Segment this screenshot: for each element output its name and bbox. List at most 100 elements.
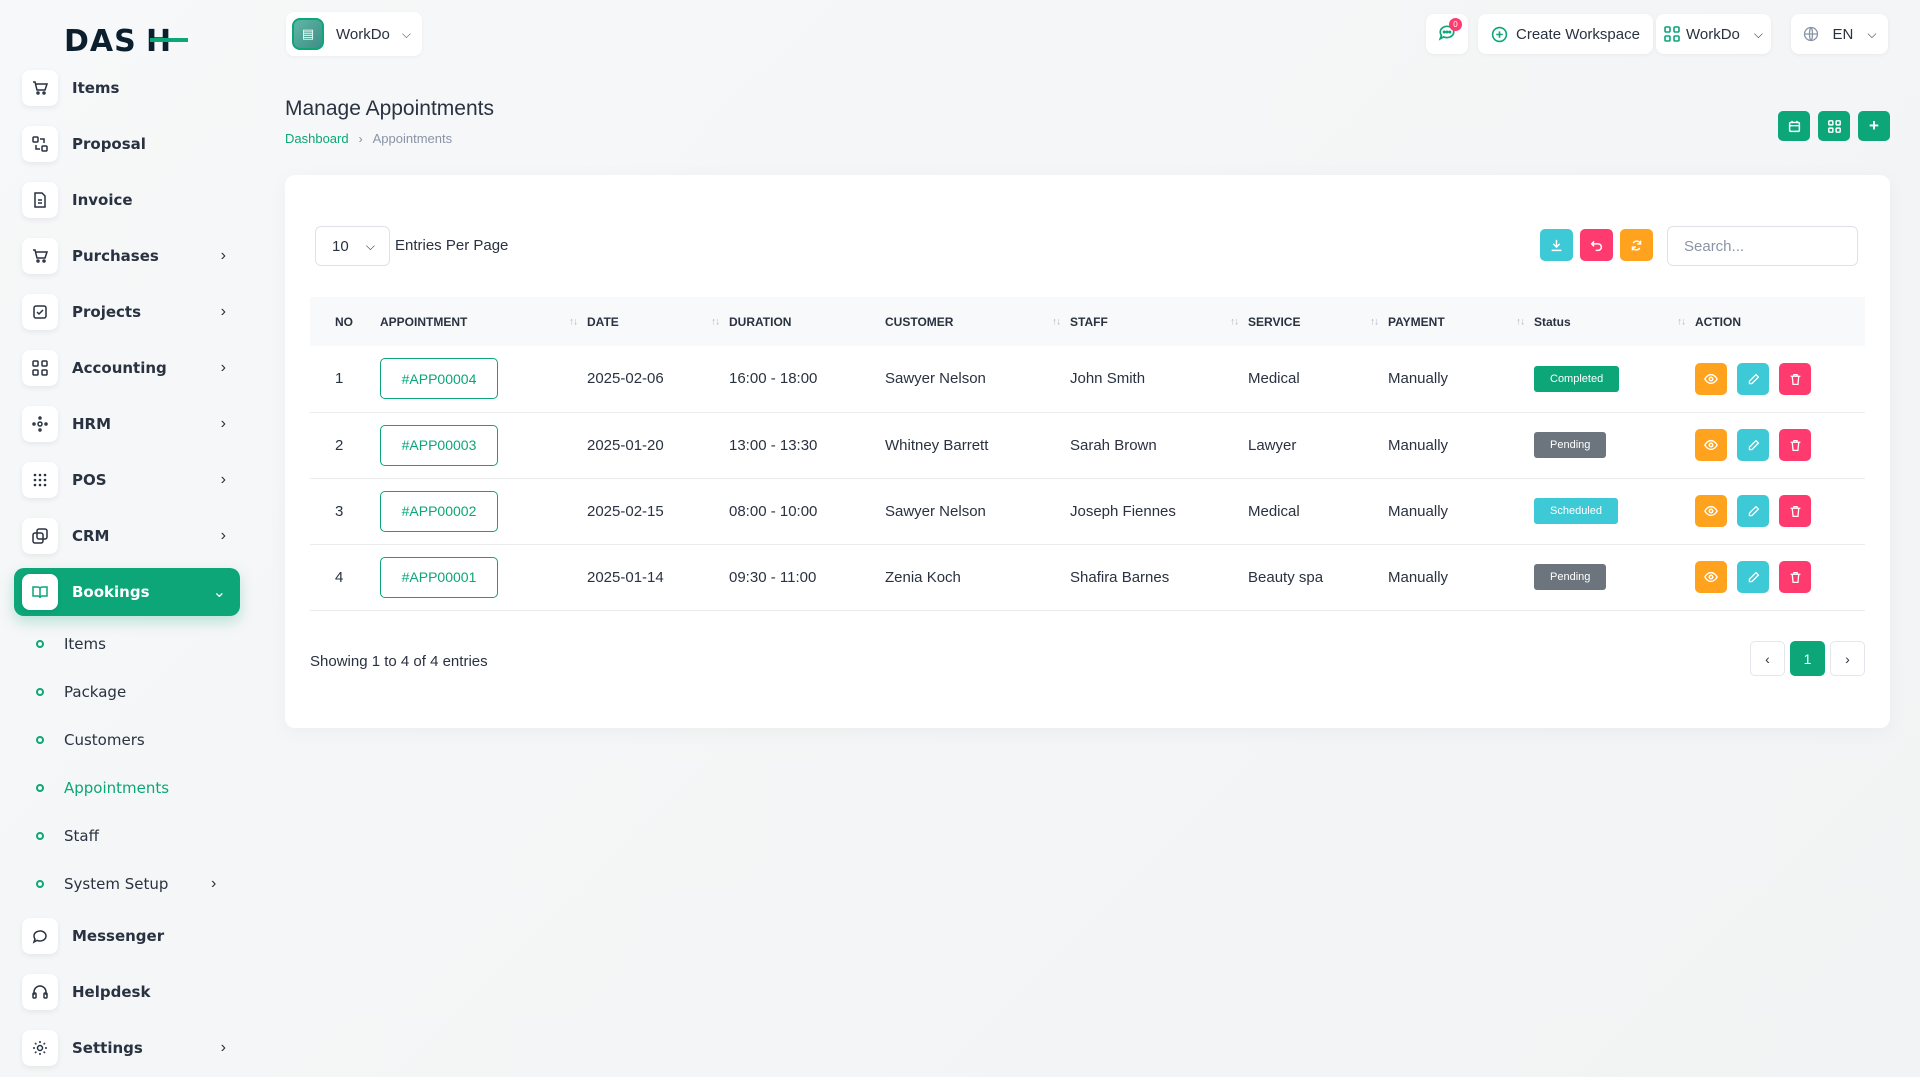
cell-customer: Sawyer Nelson — [885, 346, 1070, 413]
view-button[interactable] — [1695, 560, 1727, 593]
delete-button[interactable] — [1779, 363, 1812, 395]
create-workspace-label: Create Workspace — [1516, 25, 1640, 43]
book-icon — [22, 574, 58, 610]
table-header-row: NO APPOINTMENT ↑↓ DATE ↑↓ DURATION CUSTOME… — [310, 297, 1865, 346]
chat-icon — [22, 918, 58, 954]
view-button[interactable] — [1695, 494, 1727, 527]
bullet-icon — [36, 784, 44, 792]
sidebar-item-hrm[interactable]: HRM › — [14, 400, 240, 448]
pagination-next[interactable]: › — [1830, 641, 1865, 676]
cell-date: 2025-02-15 — [587, 478, 729, 545]
submenu-item-system-setup[interactable]: System Setup › — [36, 869, 226, 899]
apps-icon — [1664, 26, 1680, 42]
cell-no: 2 — [310, 412, 380, 479]
table-row: 4 #APP00001 2025-01-14 09:30 - 11:00 Zen… — [310, 544, 1865, 611]
sidebar-item-settings[interactable]: Settings › — [14, 1024, 240, 1072]
reset-button[interactable] — [1580, 229, 1613, 261]
language-select[interactable]: EN ⌵ — [1791, 14, 1888, 54]
language-label: EN — [1832, 25, 1854, 43]
appointment-id-button[interactable]: #APP00004 — [380, 358, 498, 400]
delete-button[interactable] — [1779, 561, 1812, 594]
export-button[interactable] — [1540, 229, 1573, 261]
dots-grid-icon — [22, 462, 58, 498]
column-header-status[interactable]: Status ↑↓ — [1534, 297, 1695, 346]
search-input[interactable] — [1667, 226, 1858, 266]
sidebar-item-purchases[interactable]: Purchases › — [14, 232, 240, 280]
breadcrumb-dashboard[interactable]: Dashboard — [285, 131, 349, 146]
eye-icon — [1704, 504, 1718, 518]
eye-icon — [1704, 570, 1718, 584]
cell-duration: 13:00 - 13:30 — [729, 412, 885, 479]
cell-customer: Sawyer Nelson — [885, 478, 1070, 545]
entries-per-page-select[interactable]: 10 ⌵ — [315, 226, 390, 266]
submenu-label: Items — [64, 635, 106, 653]
edit-button[interactable] — [1737, 561, 1770, 594]
create-workspace-button[interactable]: Create Workspace — [1478, 14, 1653, 54]
grid-icon — [22, 350, 58, 386]
workdo-menu-button[interactable]: WorkDo ⌵ — [1656, 14, 1771, 54]
submenu-item-package[interactable]: Package — [36, 677, 126, 707]
chevron-right-icon: › — [211, 875, 217, 892]
column-header-appointment[interactable]: APPOINTMENT ↑↓ — [380, 297, 587, 346]
view-button[interactable] — [1695, 428, 1727, 461]
column-header-payment[interactable]: PAYMENT ↑↓ — [1388, 297, 1534, 346]
submenu-item-items[interactable]: Items — [36, 629, 106, 659]
column-header-service[interactable]: SERVICE ↑↓ — [1248, 297, 1388, 346]
entries-per-page-value: 10 — [332, 237, 349, 255]
sidebar-item-invoice[interactable]: Invoice — [14, 176, 240, 224]
chevron-right-icon: › — [1845, 650, 1850, 667]
cell-staff: Sarah Brown — [1070, 412, 1248, 479]
status-badge: Scheduled — [1534, 498, 1618, 524]
cell-action — [1695, 412, 1865, 479]
calendar-view-button[interactable] — [1778, 111, 1810, 141]
cell-payment: Manually — [1388, 412, 1534, 479]
logo-mark: DAS H — [64, 25, 188, 55]
gear-icon — [22, 1030, 58, 1066]
appointment-id-button[interactable]: #APP00002 — [380, 490, 498, 532]
trash-icon — [1789, 439, 1802, 452]
sidebar-item-projects[interactable]: Projects › — [14, 288, 240, 336]
workspace-select[interactable]: ▤ WorkDo ⌵ — [286, 12, 422, 56]
submenu-item-customers[interactable]: Customers — [36, 725, 145, 755]
column-header-duration[interactable]: DURATION — [729, 297, 885, 346]
delete-button[interactable] — [1779, 495, 1812, 528]
eye-icon — [1704, 372, 1718, 386]
sidebar-item-bookings[interactable]: Bookings ⌄ — [14, 568, 240, 616]
pencil-icon — [1747, 505, 1760, 518]
view-button[interactable] — [1695, 362, 1727, 395]
sidebar-item-helpdesk[interactable]: Helpdesk — [14, 968, 240, 1016]
delete-button[interactable] — [1779, 429, 1812, 462]
pagination-prev[interactable]: ‹ — [1750, 641, 1785, 676]
edit-button[interactable] — [1737, 363, 1770, 395]
cell-status: Completed — [1534, 346, 1695, 413]
submenu-label: Appointments — [64, 779, 170, 797]
appointment-id-button[interactable]: #APP00003 — [380, 424, 498, 466]
column-header-no[interactable]: NO — [310, 297, 380, 346]
cell-duration: 08:00 - 10:00 — [729, 478, 885, 545]
column-header-date[interactable]: DATE ↑↓ — [587, 297, 729, 346]
edit-button[interactable] — [1737, 495, 1770, 528]
sidebar-item-items[interactable]: Items — [14, 64, 240, 112]
layers-icon — [22, 518, 58, 554]
pagination-page[interactable]: 1 — [1790, 641, 1825, 676]
chevron-down-icon: ⌵ — [1867, 26, 1877, 41]
sidebar-item-pos[interactable]: POS › — [14, 456, 240, 504]
messages-button[interactable]: 0 — [1426, 14, 1468, 54]
sidebar-item-crm[interactable]: CRM › — [14, 512, 240, 560]
reload-button[interactable] — [1620, 229, 1653, 261]
add-appointment-button[interactable]: + — [1858, 111, 1890, 141]
cell-staff: John Smith — [1070, 346, 1248, 413]
appointment-id-button[interactable]: #APP00001 — [380, 556, 498, 598]
sidebar-item-proposal[interactable]: Proposal — [14, 120, 240, 168]
submenu-item-staff[interactable]: Staff — [36, 821, 99, 851]
grid-view-button[interactable] — [1818, 111, 1850, 141]
headset-icon — [22, 974, 58, 1010]
cell-no: 4 — [310, 544, 380, 611]
edit-button[interactable] — [1737, 429, 1770, 462]
sidebar-item-accounting[interactable]: Accounting › — [14, 344, 240, 392]
column-header-staff[interactable]: STAFF ↑↓ — [1070, 297, 1248, 346]
sidebar-item-messenger[interactable]: Messenger — [14, 912, 240, 960]
dash-logo[interactable]: DAS H — [64, 22, 190, 58]
column-header-customer[interactable]: CUSTOMER ↑↓ — [885, 297, 1070, 346]
submenu-item-appointments[interactable]: Appointments — [36, 773, 169, 803]
